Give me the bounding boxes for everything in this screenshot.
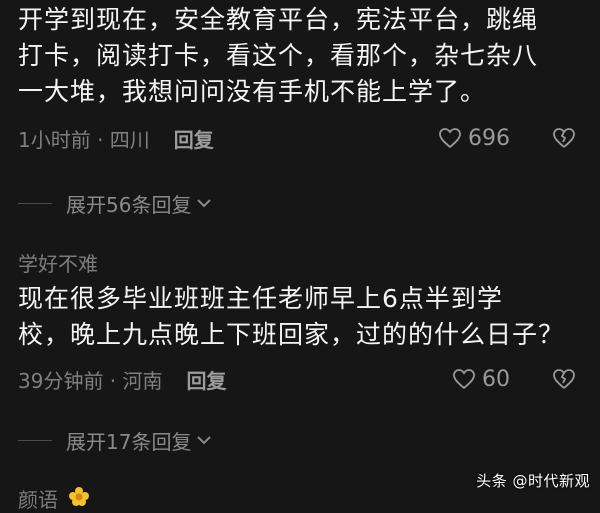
comment-text: 开学到现在，安全教育平台，宪法平台，跳绳 打卡，阅读打卡，看这个，看那个，杂七杂… <box>18 2 586 110</box>
expand-replies-button[interactable]: 展开17条回复 <box>18 425 213 455</box>
divider-line <box>18 439 52 441</box>
comment-line: 现在很多毕业班班主任老师早上6点半到学 <box>18 284 503 313</box>
comment-meta: 39分钟前 · 河南 回复 60 <box>18 364 576 394</box>
chevron-down-icon <box>195 433 213 447</box>
broken-heart-icon <box>553 128 575 148</box>
expand-replies-label: 展开56条回复 <box>66 192 192 217</box>
flower-emoji-icon <box>68 486 90 512</box>
time-location: 39分钟前 · 河南 <box>18 368 163 393</box>
dislike-button[interactable] <box>552 368 576 390</box>
expand-replies-button[interactable]: 展开56条回复 <box>18 188 213 218</box>
comment-line: 打卡，阅读打卡，看这个，看那个，杂七杂八 <box>18 41 539 70</box>
reply-button[interactable]: 回复 <box>174 124 214 153</box>
chevron-down-icon <box>195 196 213 210</box>
heart-icon <box>453 369 475 390</box>
comment-line: 开学到现在，安全教育平台，宪法平台，跳绳 <box>18 5 539 34</box>
comment-meta: 1小时前 · 四川 回复 696 <box>18 123 576 153</box>
time-location: 1小时前 · 四川 <box>18 127 150 152</box>
broken-heart-icon <box>553 369 575 389</box>
like-count: 60 <box>482 366 510 392</box>
comment-line: 校，晚上九点晚上下班回家，过的的什么日子？ <box>18 320 565 349</box>
dislike-button[interactable] <box>552 127 576 149</box>
comment-line: 一大堆，我想问问没有手机不能上学了。 <box>18 77 487 106</box>
divider-line <box>18 202 52 204</box>
heart-icon <box>439 128 461 149</box>
like-button[interactable]: 60 <box>452 367 510 392</box>
like-count: 696 <box>468 125 510 151</box>
reply-button[interactable]: 回复 <box>187 365 227 394</box>
comment-text: 现在很多毕业班班主任老师早上6点半到学 校，晚上九点晚上下班回家，过的的什么日子… <box>18 281 586 353</box>
watermark: 头条 @时代新观 <box>476 472 590 490</box>
username[interactable]: 学好不难 <box>18 248 98 277</box>
expand-replies-label: 展开17条回复 <box>66 429 192 454</box>
like-button[interactable]: 696 <box>438 126 510 151</box>
